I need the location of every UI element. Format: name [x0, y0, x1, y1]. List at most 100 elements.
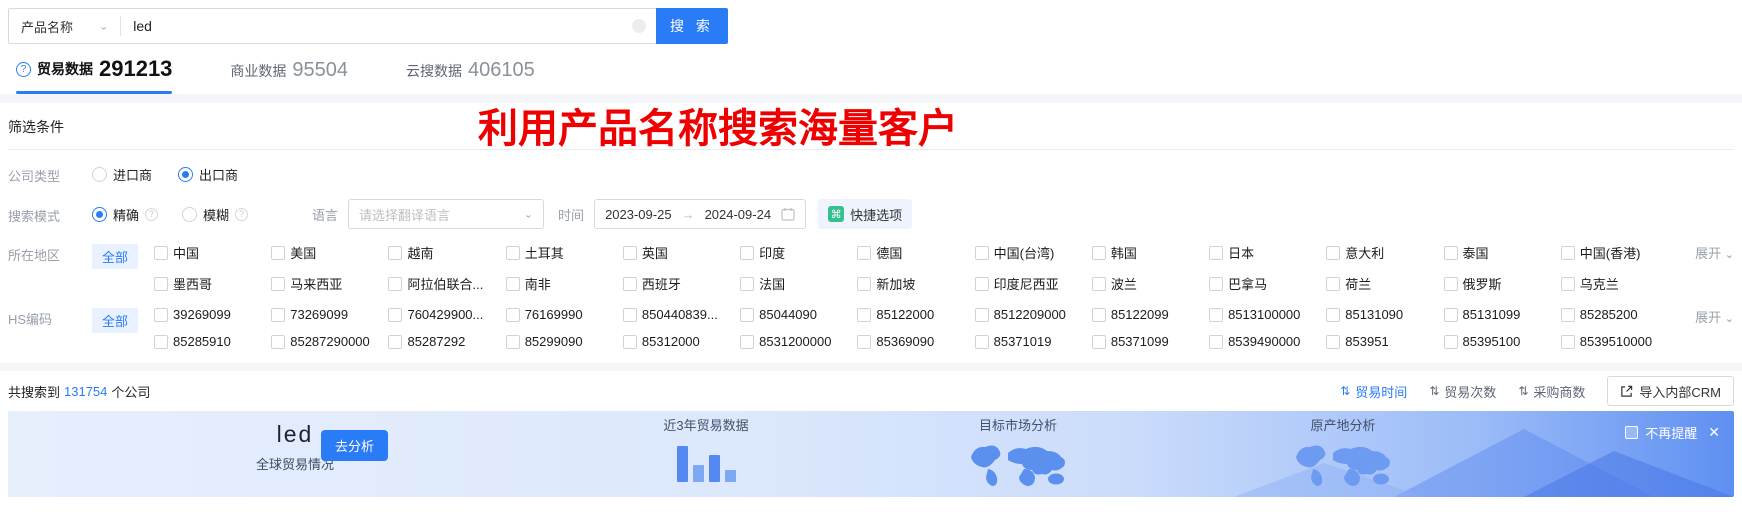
- checkbox-icon[interactable]: [1091, 245, 1106, 260]
- region-checkbox-option[interactable]: 巴拿马: [1209, 274, 1326, 293]
- date-range-picker[interactable]: 2023-09-25 → 2024-09-24: [594, 199, 807, 229]
- checkbox-icon[interactable]: [857, 245, 872, 260]
- checkbox-icon[interactable]: [622, 334, 637, 349]
- region-checkbox-option[interactable]: 墨西哥: [154, 274, 271, 293]
- radio-icon[interactable]: [178, 167, 194, 182]
- checkbox-icon[interactable]: [154, 334, 169, 349]
- checkbox-icon[interactable]: [1326, 307, 1341, 322]
- checkbox-icon[interactable]: [857, 334, 872, 349]
- checkbox-icon[interactable]: [1209, 245, 1224, 260]
- search-button[interactable]: 搜 索: [656, 8, 728, 44]
- tab-business-data[interactable]: 商业数据 95504: [230, 59, 348, 94]
- hs-code-checkbox-option[interactable]: 85299090: [505, 334, 623, 349]
- checkbox-icon[interactable]: [622, 307, 637, 322]
- hs-code-checkbox-option[interactable]: 85122099: [1091, 307, 1209, 322]
- hs-code-checkbox-option[interactable]: 85371099: [1091, 334, 1209, 349]
- checkbox-icon[interactable]: [1560, 307, 1575, 322]
- hs-code-checkbox-option[interactable]: 8513100000: [1209, 307, 1326, 322]
- checkbox-icon[interactable]: [1091, 307, 1106, 322]
- checkbox-icon[interactable]: [154, 276, 169, 291]
- region-checkbox-option[interactable]: 波兰: [1091, 274, 1209, 293]
- region-checkbox-option[interactable]: 泰国: [1443, 243, 1561, 262]
- hs-code-checkbox-option[interactable]: 8539490000: [1209, 334, 1326, 349]
- hs-code-checkbox-option[interactable]: 39269099: [154, 307, 271, 322]
- help-icon[interactable]: ?: [16, 61, 31, 77]
- checkbox-icon[interactable]: [740, 245, 755, 260]
- checkbox-icon[interactable]: [974, 334, 989, 349]
- region-checkbox-option[interactable]: 南非: [505, 274, 623, 293]
- checkbox-icon[interactable]: [974, 245, 989, 260]
- tab-cloud-data[interactable]: 云搜数据 406105: [406, 59, 535, 94]
- import-crm-button[interactable]: 导入内部CRM: [1607, 376, 1734, 406]
- clear-icon[interactable]: [632, 19, 646, 33]
- checkbox-icon[interactable]: [1560, 334, 1575, 349]
- info-icon[interactable]: ?: [145, 207, 159, 221]
- hs-code-checkbox-option[interactable]: 853951: [1326, 334, 1443, 349]
- analyze-button[interactable]: 去分析: [321, 430, 389, 461]
- region-checkbox-option[interactable]: 阿拉伯联合...: [388, 274, 505, 293]
- checkbox-icon[interactable]: [1091, 334, 1106, 349]
- end-date[interactable]: 2024-09-24: [705, 207, 772, 222]
- checkbox-icon[interactable]: [1443, 334, 1458, 349]
- checkbox-icon[interactable]: [1443, 307, 1458, 322]
- hs-code-checkbox-option[interactable]: 85312000: [622, 334, 740, 349]
- region-checkbox-option[interactable]: 新加坡: [857, 274, 974, 293]
- hs-code-checkbox-option[interactable]: 8539510000: [1560, 334, 1678, 349]
- region-checkbox-option[interactable]: 德国: [857, 243, 974, 262]
- hs-code-checkbox-option[interactable]: 76169990: [505, 307, 623, 322]
- checkbox-icon[interactable]: [271, 334, 286, 349]
- checkbox-icon[interactable]: [1326, 276, 1341, 291]
- checkbox-icon[interactable]: [1326, 334, 1341, 349]
- region-checkbox-option[interactable]: 韩国: [1091, 243, 1209, 262]
- checkbox-icon[interactable]: [622, 245, 637, 260]
- region-checkbox-option[interactable]: 意大利: [1326, 243, 1443, 262]
- region-checkbox-option[interactable]: 俄罗斯: [1443, 274, 1561, 293]
- checkbox-icon[interactable]: [505, 245, 520, 260]
- hs-code-checkbox-option[interactable]: 85131099: [1443, 307, 1561, 322]
- region-checkbox-option[interactable]: 中国(香港): [1560, 243, 1678, 262]
- region-checkbox-option[interactable]: 乌克兰: [1560, 274, 1678, 293]
- checkbox-icon[interactable]: [1560, 245, 1575, 260]
- region-checkbox-option[interactable]: 马来西亚: [271, 274, 388, 293]
- checkbox-icon[interactable]: [1209, 276, 1224, 291]
- region-checkbox-option[interactable]: 印度尼西亚: [974, 274, 1092, 293]
- hs-code-checkbox-option[interactable]: 85371019: [974, 334, 1092, 349]
- info-icon[interactable]: ?: [235, 207, 249, 221]
- checkbox-icon[interactable]: [1443, 245, 1458, 260]
- region-checkbox-option[interactable]: 土耳其: [505, 243, 623, 262]
- checkbox-icon[interactable]: [388, 334, 403, 349]
- hs-code-checkbox-option[interactable]: 85395100: [1443, 334, 1561, 349]
- radio-icon[interactable]: [92, 206, 107, 222]
- checkbox-icon[interactable]: [857, 307, 872, 322]
- hs-code-checkbox-option[interactable]: 85285910: [154, 334, 271, 349]
- radio-exporter[interactable]: 出口商: [178, 165, 238, 184]
- radio-icon[interactable]: [92, 167, 107, 182]
- close-icon[interactable]: ✕: [1708, 424, 1720, 441]
- checkbox-icon[interactable]: [974, 307, 989, 322]
- region-checkbox-option[interactable]: 中国(台湾): [974, 243, 1092, 262]
- hs-code-checkbox-option[interactable]: 85369090: [857, 334, 974, 349]
- radio-importer[interactable]: 进口商: [92, 165, 152, 184]
- radio-exact[interactable]: 精确: [92, 205, 139, 224]
- radio-fuzzy[interactable]: 模糊: [182, 205, 229, 224]
- region-all-tag[interactable]: 全部: [92, 244, 139, 269]
- checkbox-icon[interactable]: [388, 276, 403, 291]
- checkbox-icon[interactable]: [740, 307, 755, 322]
- results-count[interactable]: 131754: [64, 384, 107, 399]
- region-checkbox-option[interactable]: 美国: [271, 243, 388, 262]
- hs-code-checkbox-option[interactable]: 85287290000: [271, 334, 388, 349]
- checkbox-icon[interactable]: [622, 276, 637, 291]
- region-checkbox-option[interactable]: 法国: [740, 274, 857, 293]
- hs-code-checkbox-option[interactable]: 850440839...: [622, 307, 740, 322]
- sort-option[interactable]: ⇅ 贸易次数: [1429, 382, 1496, 401]
- checkbox-icon[interactable]: [388, 245, 403, 260]
- hs-code-checkbox-option[interactable]: 85122000: [857, 307, 974, 322]
- hs-code-checkbox-option[interactable]: 85285200: [1560, 307, 1678, 322]
- region-checkbox-option[interactable]: 荷兰: [1326, 274, 1443, 293]
- region-checkbox-option[interactable]: 印度: [740, 243, 857, 262]
- hs-code-checkbox-option[interactable]: 85044090: [740, 307, 857, 322]
- checkbox-icon[interactable]: [505, 276, 520, 291]
- search-input[interactable]: [121, 18, 632, 34]
- checkbox-icon[interactable]: [1443, 276, 1458, 291]
- checkbox-icon[interactable]: [1209, 307, 1224, 322]
